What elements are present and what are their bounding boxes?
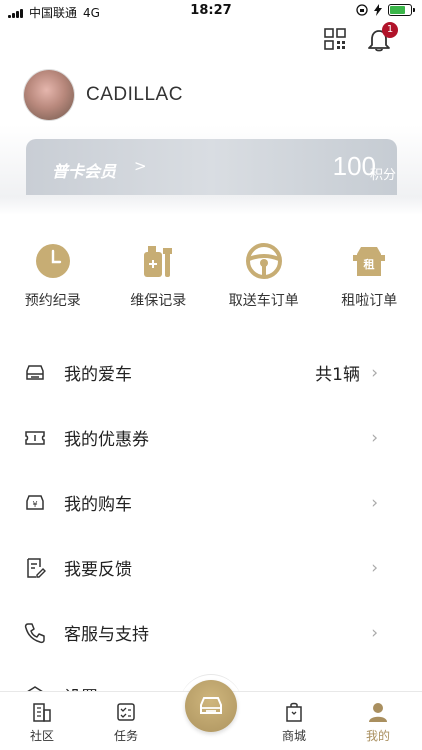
maintenance-icon — [144, 246, 173, 277]
qr-code-icon[interactable] — [324, 28, 346, 50]
quick-action-label: 取送车订单 — [228, 293, 299, 309]
feedback-icon — [27, 557, 46, 578]
tab-label: 我的 — [365, 729, 390, 743]
tab-tasks[interactable]: 任务 — [96, 701, 156, 744]
svg-text:¥: ¥ — [32, 500, 37, 509]
car-icon — [200, 697, 222, 714]
menu-item-label: 我要反馈 — [64, 560, 132, 580]
tab-label: 商城 — [281, 729, 306, 743]
tab-label: 任务 — [113, 729, 138, 743]
quick-action-label: 租啦订单 — [341, 293, 398, 309]
menu-item-label: 我的优惠券 — [64, 430, 149, 450]
notification-badge: 1 — [382, 22, 398, 38]
shopping-bag-icon — [286, 702, 302, 722]
avatar[interactable] — [24, 70, 74, 120]
steering-wheel-icon — [245, 243, 282, 279]
quick-action-maintenance[interactable]: 维保记录 — [106, 242, 212, 310]
chevron-right-icon: › — [371, 557, 378, 578]
menu-item-coupons[interactable]: 我的优惠券 › — [0, 405, 422, 470]
username: CADILLAC — [86, 84, 183, 105]
notifications-button[interactable]: 1 — [366, 22, 398, 54]
chevron-right-icon: › — [371, 427, 378, 448]
charging-icon — [374, 4, 382, 16]
rent-icon: 租 — [353, 247, 386, 276]
svg-text:租: 租 — [364, 258, 375, 271]
garage-center-button[interactable] — [179, 674, 243, 739]
quick-action-label: 维保记录 — [130, 293, 187, 309]
tab-mine[interactable]: 我的 — [348, 701, 408, 744]
menu-item-label: 我的爱车 — [64, 365, 132, 385]
tab-label: 社区 — [29, 729, 54, 743]
car-count: 共1辆 — [315, 365, 360, 385]
orientation-lock-icon — [356, 4, 368, 16]
car-purchase-icon: ¥ — [26, 494, 44, 510]
quick-action-label: 预约纪录 — [24, 293, 81, 309]
profile-header[interactable]: CADILLAC — [24, 70, 183, 120]
menu-item-my-car[interactable]: 我的爱车 共1辆 › — [0, 340, 422, 405]
menu-item-label: 客服与支持 — [64, 625, 149, 645]
menu-item-feedback[interactable]: 我要反馈 › — [0, 535, 422, 600]
community-icon — [33, 703, 51, 722]
chevron-right-icon: › — [371, 622, 378, 643]
tab-mall[interactable]: 商城 — [264, 701, 324, 744]
status-bar: 中国联通 4G 18:27 — [0, 0, 422, 22]
menu-item-label: 我的购车 — [64, 495, 132, 515]
phone-icon — [24, 622, 45, 643]
coupon-icon — [25, 430, 45, 445]
menu-item-support[interactable]: 客服与支持 › — [0, 600, 422, 665]
chevron-right-icon: › — [371, 492, 378, 513]
quick-action-appointments[interactable]: 预约纪录 — [0, 242, 106, 310]
member-level[interactable]: 普卡会员 — [52, 158, 116, 182]
user-icon — [369, 703, 387, 722]
points-unit: 积分 — [369, 168, 396, 183]
menu-list: 我的爱车 共1辆 › 我的优惠券 › ¥ 我的购车 › 我要反馈 › 客服与支持 — [0, 340, 422, 665]
car-icon — [26, 364, 44, 380]
tasks-icon — [117, 703, 135, 721]
tab-community[interactable]: 社区 — [12, 701, 72, 744]
tab-bar: 社区 任务 商城 我的 — [0, 674, 422, 750]
quick-action-pickup-delivery[interactable]: 取送车订单 — [211, 242, 317, 310]
chevron-right-icon: › — [371, 362, 378, 383]
clock-icon — [35, 244, 70, 278]
quick-actions: 预约纪录 维保记录 取送车订单 租 租啦订单 — [0, 242, 422, 310]
menu-item-purchases[interactable]: ¥ 我的购车 › — [0, 470, 422, 535]
chevron-right-icon: > — [134, 157, 147, 175]
battery-icon — [388, 4, 415, 16]
quick-action-rental[interactable]: 租 租啦订单 — [317, 242, 422, 310]
